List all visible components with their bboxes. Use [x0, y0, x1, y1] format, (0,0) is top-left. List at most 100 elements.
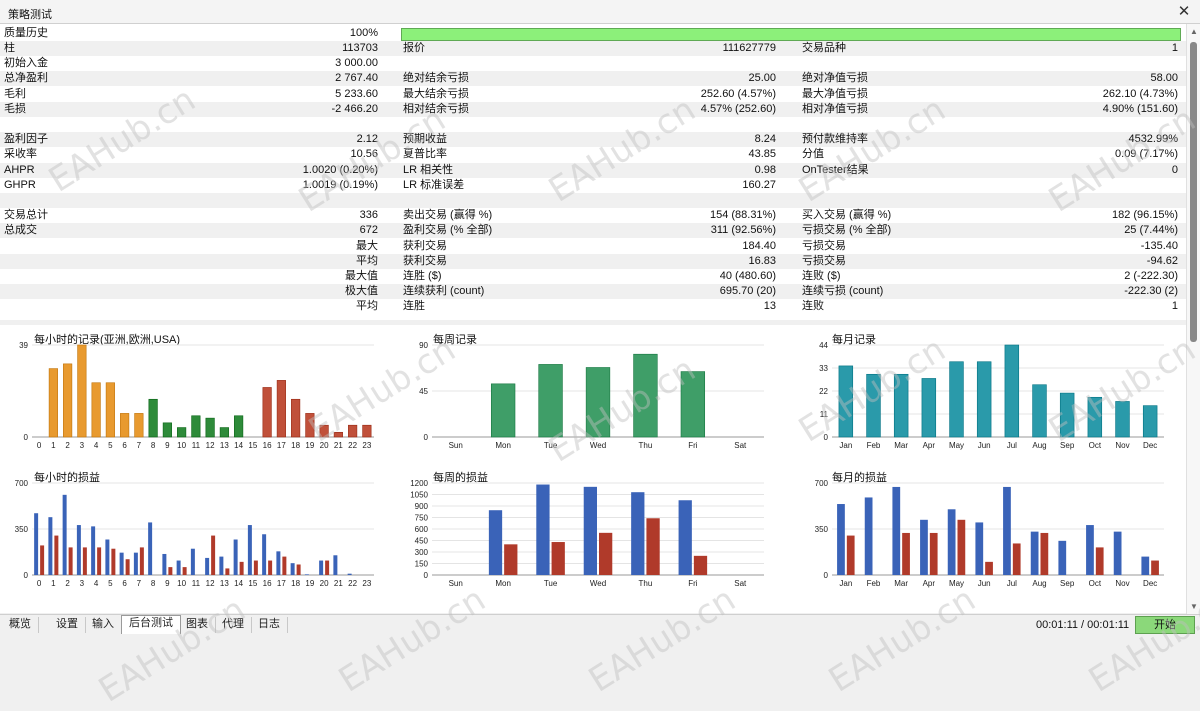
profit-bar: [1086, 525, 1094, 575]
x-tick-label: Feb: [867, 441, 881, 450]
report-row: [0, 117, 1186, 132]
profit-bar: [119, 552, 124, 575]
x-tick-label: Oct: [1089, 441, 1102, 450]
metric-value: 160.27: [742, 178, 776, 191]
metric-label: 相对净值亏损: [802, 102, 868, 115]
metric-label: 连续获利 (count): [403, 285, 485, 298]
profit-bar: [488, 510, 503, 575]
x-tick-label: May: [949, 441, 964, 450]
count-bar: [63, 363, 73, 438]
monthly-pl-chart: 每月的损益 0 350 700 Jan Feb Mar Apr May Jun Jul Aug Sep O…: [800, 463, 1170, 601]
loss-bar: [957, 519, 966, 575]
tab-0[interactable]: 概览: [2, 617, 39, 633]
x-tick-label: Sun: [449, 579, 463, 588]
x-tick-label: 0: [37, 579, 42, 588]
monthly-count-chart: 每月记录 0 11 22 33 44 Jan Feb Mar Apr May Jun Jul Aug Sep…: [800, 325, 1170, 463]
x-tick-label: 18: [291, 579, 300, 588]
tab-2[interactable]: 输入: [85, 617, 122, 633]
count-bar: [48, 368, 58, 438]
metric-label: 预期收益: [403, 133, 447, 146]
x-tick-label: 5: [108, 579, 113, 588]
count-bar: [177, 427, 187, 438]
x-tick-label: 16: [263, 441, 272, 450]
metric-value: 58.00: [1150, 72, 1178, 85]
metric-label: 最大结余亏损: [403, 87, 469, 100]
count-bar: [949, 361, 964, 438]
x-tick-label: Apr: [923, 579, 936, 588]
start-button[interactable]: 开始: [1135, 616, 1195, 634]
tab-5[interactable]: 代理: [215, 617, 252, 633]
metric-label: OnTester结果: [802, 163, 869, 176]
metric-label: 连胜: [403, 300, 425, 313]
count-bar: [105, 382, 115, 438]
metric-value: 182 (96.15%): [1111, 209, 1178, 222]
x-tick-label: Nov: [1115, 441, 1129, 450]
loss-bar: [1012, 543, 1021, 575]
x-tick-label: 15: [248, 579, 257, 588]
metric-value: 平均: [356, 254, 378, 267]
profit-bar: [333, 555, 338, 575]
y-tick-label: 700: [815, 479, 829, 488]
metric-label: 交易品种: [802, 42, 846, 54]
loss-bar: [1151, 560, 1159, 575]
vertical-scrollbar[interactable]: ▲ ▼: [1186, 24, 1200, 614]
x-tick-label: 11: [192, 441, 201, 450]
tab-4[interactable]: 图表: [179, 617, 216, 633]
x-tick-label: 18: [291, 441, 300, 450]
x-tick-label: Fri: [688, 441, 698, 450]
loss-bar: [846, 535, 855, 575]
y-tick-label: 350: [15, 525, 29, 534]
count-bar: [219, 427, 229, 438]
metric-label: 买入交易 (赢得 %): [802, 209, 892, 222]
count-bar: [538, 364, 563, 438]
report-table: 质量历史 100% 柱 113703 报价 111627779 交易品种 1 初始入金 3 0…: [0, 24, 1186, 320]
quality-row: 质量历史 100%: [0, 26, 1186, 41]
x-tick-label: Tue: [544, 579, 558, 588]
loss-bar: [693, 555, 708, 575]
scroll-up-icon[interactable]: ▲: [1189, 27, 1199, 37]
weekly-pl-chart: 每周的损益 0 150 300 450 600 750 900 1050 1200 Sun Mon Tu…: [400, 463, 770, 601]
x-tick-label: Wed: [590, 579, 606, 588]
tab-6[interactable]: 日志: [251, 617, 288, 633]
profit-bar: [583, 486, 597, 575]
report-row: 平均 连胜 13 连败 1: [0, 299, 1186, 314]
x-tick-label: 6: [122, 441, 127, 450]
profit-bar: [920, 519, 928, 575]
metric-value: 4.57% (252.60): [700, 102, 776, 115]
weekly-count-chart: 每周记录 0 45 90 Sun Mon Tue Wed Thu Fri Sat: [400, 325, 770, 463]
x-tick-label: 8: [151, 579, 156, 588]
loss-bar: [111, 548, 116, 575]
y-tick-label: 39: [19, 341, 28, 350]
x-tick-label: Aug: [1032, 441, 1046, 450]
weekly-count-svg: 0 45 90 Sun Mon Tue Wed Thu Fri Sat: [419, 341, 764, 450]
x-tick-label: Thu: [639, 579, 653, 588]
x-tick-label: 9: [165, 579, 170, 588]
scrollbar-thumb[interactable]: [1190, 42, 1197, 342]
tab-3[interactable]: 后台测试: [121, 615, 181, 634]
close-icon[interactable]: ✕: [1174, 2, 1194, 22]
count-bar: [276, 380, 286, 438]
count-bar: [680, 371, 706, 438]
x-tick-label: 12: [206, 579, 215, 588]
metric-value: -94.62: [1146, 254, 1178, 267]
x-tick-label: 14: [234, 441, 243, 450]
metric-value: 1: [1171, 300, 1178, 313]
metric-value: 8.24: [754, 133, 776, 146]
loss-bar: [902, 532, 910, 575]
x-tick-label: Apr: [923, 441, 936, 450]
metric-label: 盈利因子: [4, 133, 48, 146]
metric-value: 5 233.60: [335, 87, 378, 100]
profit-bar: [76, 525, 81, 575]
tab-1[interactable]: 设置: [49, 617, 86, 633]
x-tick-label: 10: [177, 441, 186, 450]
monthly-count-svg: 0 11 22 33 44 Jan Feb Mar Apr May Jun Jul Aug Sep Oct N…: [819, 341, 1164, 450]
count-bar: [234, 415, 244, 438]
metric-value: 1.0019 (0.19%): [302, 178, 378, 191]
scroll-down-icon[interactable]: ▼: [1189, 602, 1199, 612]
loss-bar: [1040, 532, 1049, 575]
profit-bar: [205, 557, 210, 575]
metric-label: AHPR: [4, 163, 35, 176]
loss-bar: [268, 560, 273, 575]
loss-bar: [1095, 547, 1104, 575]
loss-bar: [551, 542, 565, 575]
